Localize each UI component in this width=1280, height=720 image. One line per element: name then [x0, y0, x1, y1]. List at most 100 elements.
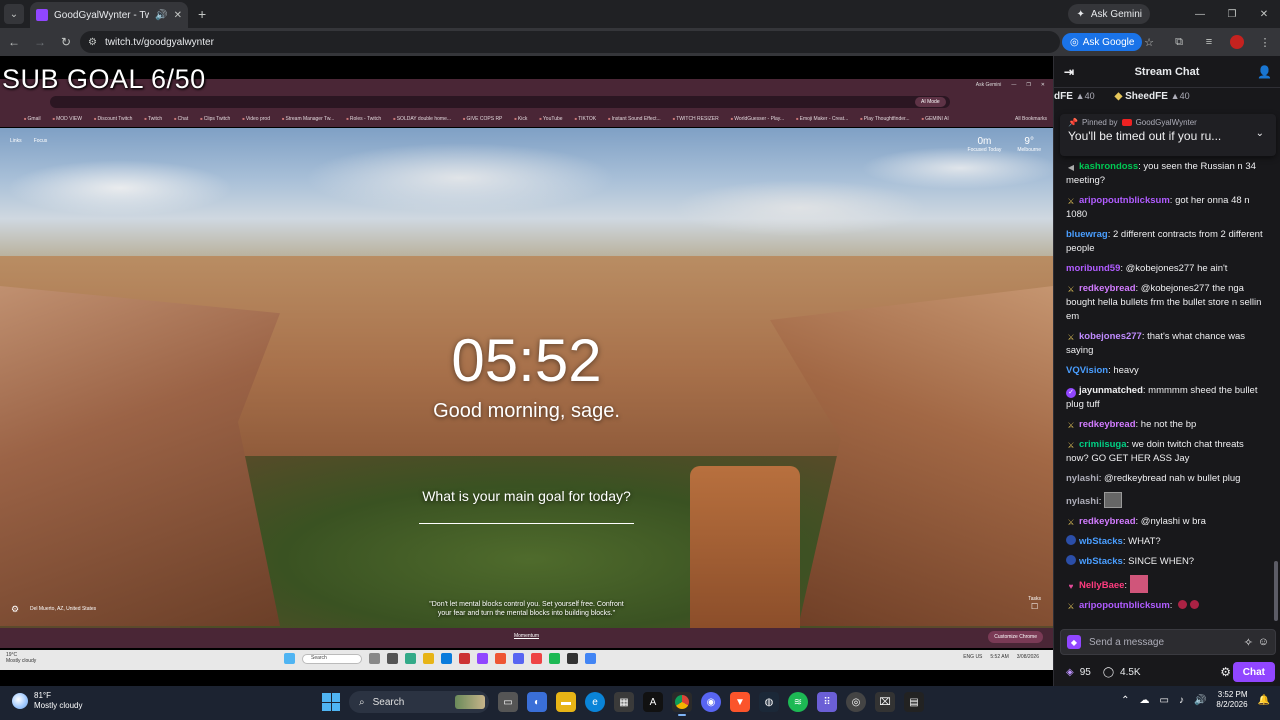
speaker-badge-icon[interactable]: ◀ [1066, 163, 1076, 173]
bookmark-star-icon[interactable]: ☆ [1140, 32, 1158, 52]
community-icon[interactable]: 👤 [1257, 65, 1272, 79]
close-tab-icon[interactable]: ✕ [174, 10, 182, 21]
chat-username[interactable]: aripopoutnblicksum [1079, 600, 1170, 611]
chat-scrollbar[interactable] [1274, 561, 1278, 621]
steam-icon[interactable]: ◍ [759, 692, 779, 712]
task-view-icon[interactable]: ▭ [498, 692, 518, 712]
back-icon[interactable]: ← [2, 30, 26, 54]
sword-badge-icon[interactable]: ⚔ [1066, 602, 1076, 612]
spotify-icon[interactable]: ≋ [788, 692, 808, 712]
notifications-icon[interactable]: 🔔 [1258, 695, 1270, 706]
file-explorer-icon[interactable]: ▬ [556, 692, 576, 712]
video-player[interactable]: Ask Gemini — ❐ ✕ AI Mode Gmail MOD VIEW Di… [0, 56, 1053, 686]
site-info-icon[interactable]: ⚙ [88, 37, 97, 48]
chevron-down-icon[interactable]: ⌄ [1256, 128, 1264, 139]
chat-send-button[interactable]: Chat [1232, 662, 1275, 682]
copilot-icon[interactable]: ◐ [527, 692, 547, 712]
chat-emote[interactable] [1104, 492, 1123, 508]
taskbar-search[interactable]: ⌕ Search [349, 691, 489, 713]
brave-icon[interactable]: ▼ [730, 692, 750, 712]
sword-badge-icon[interactable]: ⚔ [1066, 285, 1076, 295]
chat-input[interactable]: ◆ Send a message ✧ ☺ [1060, 629, 1276, 655]
reload-icon[interactable]: ↻ [54, 30, 78, 54]
sub-badge-icon[interactable] [1066, 535, 1076, 545]
taskbar-weather[interactable]: 81°F Mostly cloudy [12, 691, 82, 710]
tab-search-button[interactable]: ⌄ [4, 4, 24, 24]
app-a-icon[interactable]: A [643, 692, 663, 712]
menu-icon[interactable]: ⋮ [1256, 32, 1274, 52]
sword-badge-icon[interactable]: ⚔ [1066, 333, 1076, 343]
onedrive-icon[interactable]: ☁ [1140, 695, 1150, 706]
chat-username[interactable]: jayunmatched [1079, 385, 1143, 396]
chat-text: he not the bp [1140, 419, 1197, 430]
forward-icon[interactable]: → [28, 30, 52, 54]
chat-username[interactable]: kashrondoss [1079, 161, 1138, 172]
sword-badge-icon[interactable]: ⚔ [1066, 421, 1076, 431]
taskbar-clock[interactable]: 3:52 PM 8/2/2026 [1216, 690, 1247, 711]
ask-google-button[interactable]: ◎ Ask Google [1062, 33, 1143, 51]
channel-points-icon[interactable]: ◈ [1066, 667, 1074, 678]
chat-username[interactable]: redkeybread [1079, 419, 1136, 430]
extensions-icon[interactable]: ⧉ [1170, 32, 1188, 52]
emote-picker-icon[interactable]: ☺ [1258, 636, 1269, 648]
volume-icon[interactable]: 🔊 [1194, 695, 1206, 706]
pinned-message[interactable]: 📌 Pinned by GoodGyalWynter You'll be tim… [1060, 114, 1276, 156]
obs-icon[interactable]: ◎ [846, 692, 866, 712]
chat-username[interactable]: wbStacks [1079, 556, 1123, 567]
maximize-icon[interactable]: ❐ [1216, 0, 1248, 28]
capture-icon[interactable]: ⌧ [875, 692, 895, 712]
leaderboard[interactable]: dFE ▲40 ◆ SheedFE ▲40 [1054, 88, 1280, 104]
chat-emote[interactable] [1190, 600, 1200, 609]
chat-username[interactable]: VQVision [1066, 365, 1108, 376]
media-control-icon[interactable]: ≡ [1200, 32, 1218, 52]
chat-message: ⚔ redkeybread: he not the bp [1066, 418, 1268, 432]
chat-emote[interactable] [1178, 600, 1188, 609]
close-window-icon[interactable]: ✕ [1248, 0, 1280, 28]
profile-avatar[interactable] [1230, 35, 1244, 49]
tab-twitch[interactable]: GoodGyalWynter - Twitch 🔊 ✕ [30, 2, 188, 28]
subscribe-icon[interactable]: ◆ [1067, 635, 1081, 649]
store-icon[interactable]: ▦ [614, 692, 634, 712]
media-app-icon[interactable]: ▤ [904, 692, 924, 712]
chat-username[interactable]: moribund59 [1066, 263, 1120, 274]
sword-badge-icon[interactable]: ⚔ [1066, 197, 1076, 207]
apps-grid-icon[interactable]: ⠿ [817, 692, 837, 712]
chat-emote[interactable] [1129, 575, 1148, 593]
chat-username[interactable]: redkeybread [1079, 283, 1136, 294]
heart-badge-icon[interactable]: ♥ [1066, 582, 1076, 592]
captured-ask-gemini: Ask Gemini [975, 82, 1002, 88]
edge-icon[interactable]: e [585, 692, 605, 712]
sword-badge-icon[interactable]: ⚔ [1066, 518, 1076, 528]
chat-username[interactable]: redkeybread [1079, 516, 1136, 527]
speaker-icon[interactable]: 🔊 [155, 10, 167, 21]
network-icon[interactable]: ▭ [1160, 695, 1169, 706]
sub-badge-icon[interactable] [1066, 555, 1076, 565]
chat-username[interactable]: NellyBaee [1079, 580, 1124, 591]
collapse-chat-icon[interactable]: ⇥ [1064, 65, 1074, 79]
chat-username[interactable]: aripopoutnblicksum [1079, 195, 1170, 206]
chrome-icon[interactable] [672, 692, 692, 716]
chat-username[interactable]: wbStacks [1079, 536, 1123, 547]
verified-badge-icon[interactable]: ✓ [1066, 388, 1076, 398]
minimize-icon[interactable]: — [1184, 0, 1216, 28]
chat-username[interactable]: nylashi [1066, 473, 1099, 484]
pinned-by-label: Pinned by [1081, 118, 1118, 127]
chat-message: wbStacks: SINCE WHEN? [1066, 555, 1268, 569]
weather-icon [12, 692, 28, 709]
discord-icon[interactable]: ◉ [701, 692, 721, 712]
chat-message: ⚔ redkeybread: @nylashi w bra [1066, 515, 1268, 529]
chat-username[interactable]: kobejones277 [1079, 331, 1142, 342]
new-tab-button[interactable]: + [198, 6, 206, 22]
bits-icon[interactable]: ✧ [1244, 636, 1253, 649]
chat-username[interactable]: crimiisuga [1079, 439, 1127, 450]
captured-bookmark-item: Gmail [24, 116, 41, 122]
chat-username[interactable]: bluewrag [1066, 229, 1108, 240]
tray-overflow-icon[interactable]: ⌃ [1121, 695, 1129, 706]
chat-username[interactable]: nylashi [1066, 496, 1099, 507]
windows-start-icon[interactable] [322, 693, 340, 711]
address-bar[interactable]: ⚙ twitch.tv/goodgyalwynter [80, 31, 1060, 53]
sword-badge-icon[interactable]: ⚔ [1066, 441, 1076, 451]
microphone-icon[interactable]: ♪ [1179, 695, 1184, 706]
chat-settings-icon[interactable]: ⚙ [1220, 665, 1231, 679]
ask-gemini-button[interactable]: ✦ Ask Gemini [1068, 4, 1150, 24]
